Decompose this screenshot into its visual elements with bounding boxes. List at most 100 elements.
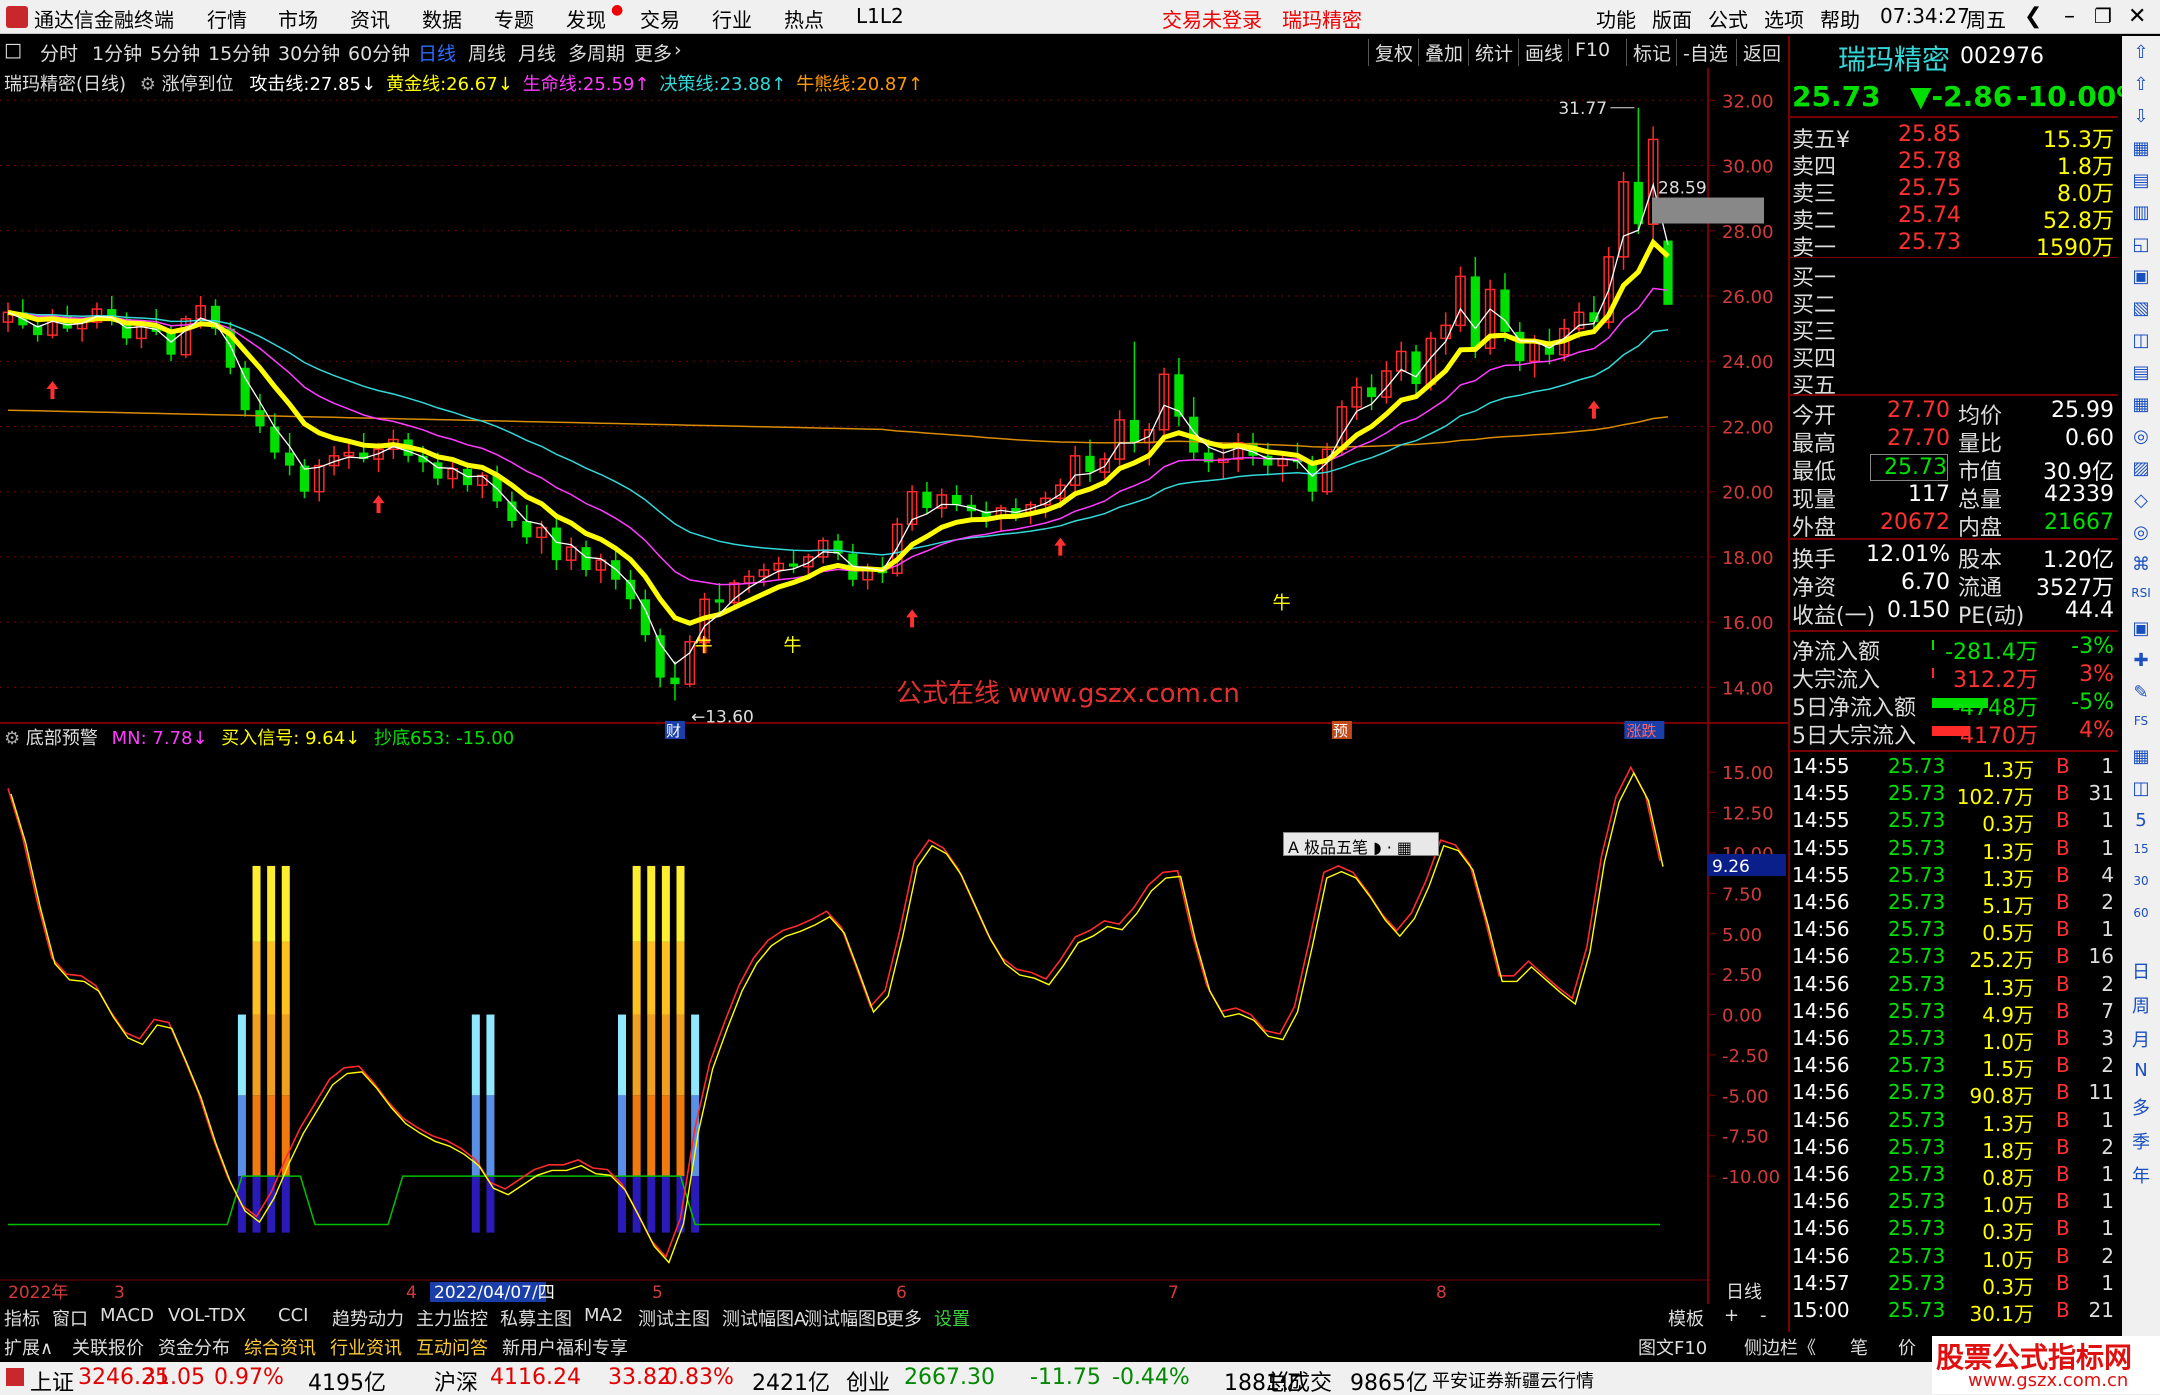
side-tool-icon[interactable]: ◇ <box>2122 490 2160 511</box>
side-period-button[interactable]: 年 <box>2122 1162 2160 1188</box>
side-tool-icon[interactable]: ▥ <box>2122 202 2160 223</box>
side-tool-icon[interactable]: ▤ <box>2122 170 2160 191</box>
menu-market[interactable]: 市场 <box>278 4 318 33</box>
side-period-button[interactable]: 季 <box>2122 1128 2160 1154</box>
side-tool-icon[interactable]: 5 <box>2122 810 2160 831</box>
restore-icon[interactable]: ❐ <box>2094 4 2112 28</box>
indicator-tab[interactable]: 趋势动力 <box>332 1305 404 1331</box>
side-period-button[interactable]: N <box>2122 1060 2160 1081</box>
extension-right-tab[interactable]: 价 <box>1898 1334 1916 1360</box>
ime-toolbar[interactable]: A 极品五笔 ◗ · ▦ <box>1283 832 1439 857</box>
side-tool-icon[interactable]: ◫ <box>2122 778 2160 799</box>
extension-right-tab[interactable]: 侧边栏《 <box>1744 1334 1816 1360</box>
side-tool-icon[interactable]: ▦ <box>2122 394 2160 415</box>
side-period-button[interactable]: 周 <box>2122 992 2160 1018</box>
indicator-tab[interactable]: 设置 <box>934 1305 970 1331</box>
minimize-icon[interactable]: – <box>2064 4 2075 29</box>
square-icon[interactable]: □ <box>4 39 22 61</box>
btn-fuquan[interactable]: 复权 <box>1368 39 1413 66</box>
extension-tab[interactable]: 互动问答 <box>416 1334 488 1360</box>
menu-hot[interactable]: 热点 <box>784 4 824 33</box>
side-tool-icon[interactable]: ✚ <box>2122 650 2160 671</box>
indicator-tab[interactable]: 指标 <box>4 1305 40 1331</box>
side-tool-icon[interactable]: 15 <box>2122 842 2160 856</box>
close-icon[interactable]: ✕ <box>2128 4 2146 29</box>
indicator-tab[interactable]: 测试主图 <box>638 1305 710 1331</box>
menu-discover[interactable]: 发现 <box>566 4 606 33</box>
side-tool-icon[interactable]: ▣ <box>2122 618 2160 639</box>
menu-help[interactable]: 帮助 <box>1820 4 1860 33</box>
menu-options[interactable]: 选项 <box>1764 4 1804 33</box>
btn-f10[interactable]: F10 <box>1568 39 1610 61</box>
extension-tab[interactable]: 关联报价 <box>72 1334 144 1360</box>
side-tool-icon[interactable]: ▨ <box>2122 458 2160 479</box>
btn-stats[interactable]: 统计 <box>1468 39 1513 66</box>
indicator-tab[interactable]: 私募主图 <box>500 1305 572 1331</box>
menu-hq[interactable]: 行情 <box>207 4 247 33</box>
indicator-tab[interactable]: 窗口 <box>52 1305 88 1331</box>
indicator-tab[interactable]: 测试幅图A <box>722 1305 806 1331</box>
ime-dot-icon[interactable]: · <box>1387 838 1392 857</box>
indicator-tab[interactable]: VOL-TDX <box>168 1305 246 1326</box>
menu-topic[interactable]: 专题 <box>494 4 534 33</box>
side-period-button[interactable]: 日 <box>2122 958 2160 984</box>
side-tool-icon[interactable]: ✎ <box>2122 682 2160 703</box>
main-indicator-name[interactable]: 涨停到位 <box>162 74 234 95</box>
side-tool-icon[interactable]: ◎ <box>2122 426 2160 447</box>
side-tool-icon[interactable]: FS <box>2122 714 2160 728</box>
period-multi[interactable]: 多周期 <box>568 39 625 66</box>
side-tool-icon[interactable]: ▤ <box>2122 362 2160 383</box>
ime-name[interactable]: 极品五笔 <box>1304 838 1368 857</box>
indicator-tab[interactable]: MA2 <box>584 1305 623 1326</box>
menu-l1l2[interactable]: L1L2 <box>856 4 904 28</box>
btn-overlay[interactable]: 叠加 <box>1418 39 1463 66</box>
side-tool-icon[interactable]: ⌘ <box>2122 554 2160 575</box>
indicator-gear-icon[interactable]: ⚙ <box>140 74 156 95</box>
menu-layout[interactable]: 版面 <box>1652 4 1692 33</box>
btn-draw[interactable]: 画线 <box>1518 39 1563 66</box>
period-15min[interactable]: 15分钟 <box>208 39 270 66</box>
side-period-button[interactable]: 多 <box>2122 1094 2160 1120</box>
menu-news[interactable]: 资讯 <box>350 4 390 33</box>
side-period-button[interactable]: 月 <box>2122 1026 2160 1052</box>
period-5min[interactable]: 5分钟 <box>150 39 200 66</box>
side-tool-icon[interactable]: ◎ <box>2122 522 2160 543</box>
period-more[interactable]: 更多 <box>634 39 672 66</box>
extension-tab[interactable]: 综合资讯 <box>244 1334 316 1360</box>
indicator-tab[interactable]: CCI <box>278 1305 308 1326</box>
period-60min[interactable]: 60分钟 <box>348 39 410 66</box>
side-tool-icon[interactable]: ◫ <box>2122 330 2160 351</box>
menu-trade[interactable]: 交易 <box>640 4 680 33</box>
side-tool-icon[interactable]: ⇧ <box>2122 42 2160 63</box>
indicator-tab[interactable]: MACD <box>100 1305 154 1326</box>
side-tool-icon[interactable]: ▧ <box>2122 298 2160 319</box>
indicator-tab[interactable]: 更多 <box>886 1305 922 1331</box>
menu-industry[interactable]: 行业 <box>712 4 752 33</box>
ime-a-icon[interactable]: A <box>1288 838 1299 857</box>
indicator-tab[interactable]: 主力监控 <box>416 1305 488 1331</box>
period-weekly[interactable]: 周线 <box>468 39 506 66</box>
side-tool-icon[interactable]: ⇩ <box>2122 106 2160 127</box>
side-tool-icon[interactable]: 30 <box>2122 874 2160 888</box>
menu-formula[interactable]: 公式 <box>1708 4 1748 33</box>
remove-pane-button[interactable]: - <box>1760 1305 1767 1326</box>
extension-tab[interactable]: 扩展∧ <box>4 1334 53 1360</box>
menu-data[interactable]: 数据 <box>422 4 462 33</box>
side-tool-icon[interactable]: 60 <box>2122 906 2160 920</box>
side-tool-icon[interactable]: ▦ <box>2122 746 2160 767</box>
sub-gear-icon[interactable]: ⚙ <box>4 728 20 749</box>
kline-chart[interactable]: 32.0030.0028.0026.0024.0022.0020.0018.00… <box>0 68 1788 1304</box>
period-monthly[interactable]: 月线 <box>518 39 556 66</box>
menu-function[interactable]: 功能 <box>1596 4 1636 33</box>
ime-keyboard-icon[interactable]: ▦ <box>1397 838 1412 857</box>
back-arrow-icon[interactable]: ❮ <box>2024 4 2042 29</box>
side-tool-icon[interactable]: ▦ <box>2122 138 2160 159</box>
side-tool-icon[interactable]: ⇧ <box>2122 74 2160 95</box>
side-tool-icon[interactable]: RSI <box>2122 586 2160 600</box>
btn-back[interactable]: 返回 <box>1736 39 1781 66</box>
add-pane-button[interactable]: + <box>1724 1305 1739 1326</box>
indicator-tab[interactable]: 测试幅图B <box>804 1305 888 1331</box>
ime-moon-icon[interactable]: ◗ <box>1373 838 1381 857</box>
extension-tab[interactable]: 新用户福利专享 <box>502 1334 628 1360</box>
trade-status[interactable]: 交易未登录 <box>1162 4 1262 33</box>
